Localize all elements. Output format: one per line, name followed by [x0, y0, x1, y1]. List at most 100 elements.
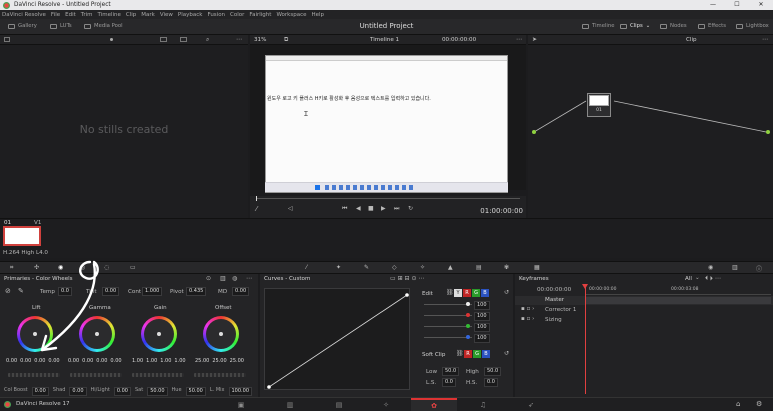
gain-r[interactable]: 1.00: [146, 358, 157, 364]
gamma-b[interactable]: 0.00: [110, 358, 121, 364]
gamma-r[interactable]: 0.00: [82, 358, 93, 364]
gallery-list-icon[interactable]: [180, 37, 187, 42]
softclip-g-button[interactable]: G: [473, 350, 481, 358]
channel-r-button[interactable]: R: [463, 289, 471, 297]
menu-timeline[interactable]: Timeline: [98, 12, 121, 18]
clip-thumbnail[interactable]: [3, 226, 41, 246]
gamma-y[interactable]: 0.00: [68, 358, 79, 364]
curves-reset-icon[interactable]: ↺: [504, 289, 509, 296]
nodes-mode[interactable]: Clip: [686, 37, 697, 43]
window-icon[interactable]: ◇: [392, 264, 397, 271]
picker-tool-icon[interactable]: ⁄: [256, 205, 257, 213]
lift-y[interactable]: 0.00: [6, 358, 17, 364]
gain-wheel[interactable]: [141, 316, 177, 352]
tracker-icon[interactable]: ✧: [420, 264, 425, 271]
gamma-g[interactable]: 0.00: [96, 358, 107, 364]
corrector-lock-icon[interactable]: ▪ ▫ ›: [521, 306, 534, 312]
hue-field[interactable]: 50.00: [185, 387, 206, 396]
lum-mix-field[interactable]: 100.00: [228, 387, 252, 396]
menu-view[interactable]: View: [160, 12, 173, 18]
picker-icon[interactable]: ✎: [364, 264, 369, 271]
picker-wb-icon[interactable]: ✎: [18, 287, 24, 295]
offset-wheel[interactable]: [203, 316, 239, 352]
menu-workspace[interactable]: Workspace: [276, 12, 306, 18]
softclip-b-button[interactable]: B: [482, 350, 490, 358]
node-output-dot[interactable]: [766, 130, 770, 134]
lightbox-button[interactable]: Lightbox: [736, 23, 769, 29]
keyframe-playhead-head[interactable]: [582, 284, 588, 289]
panel-reset-icon[interactable]: ⊙: [206, 275, 211, 282]
menu-fairlight[interactable]: Fairlight: [249, 12, 271, 18]
media-page-tab[interactable]: ▣: [218, 398, 264, 411]
soft-clip-reset-icon[interactable]: ↺: [504, 350, 509, 357]
playhead-marker[interactable]: [256, 196, 257, 201]
clips-button[interactable]: Clips ⌄: [620, 23, 650, 29]
gallery-search-icon[interactable]: ⌕: [206, 36, 209, 44]
gain-master-slider[interactable]: [132, 373, 184, 377]
channel-y-button[interactable]: Y: [454, 289, 462, 297]
scope-icon[interactable]: ▥: [732, 264, 738, 271]
lift-master-slider[interactable]: [8, 373, 60, 377]
keyframe-row-master[interactable]: Master: [515, 296, 773, 305]
keyframe-playhead[interactable]: [585, 284, 586, 394]
pivot-field[interactable]: 0.435: [186, 287, 207, 296]
camera-raw-icon[interactable]: ⌗: [10, 264, 13, 272]
play-button[interactable]: ▶: [381, 205, 386, 212]
keyframe-nav-icons[interactable]: ⏴ ⏵ ⋯: [705, 275, 721, 283]
keyframe-row-corrector[interactable]: ▪ ▫ › Corrector 1: [515, 306, 773, 315]
menu-clip[interactable]: Clip: [126, 12, 136, 18]
gamma-master-slider[interactable]: [70, 373, 122, 377]
col-boost-field[interactable]: 0.00: [31, 387, 49, 396]
menu-edit[interactable]: Edit: [65, 12, 76, 18]
fusion-page-tab[interactable]: ✧: [363, 398, 409, 411]
intensity-r-field[interactable]: 100: [474, 312, 490, 321]
bars-mode-icon[interactable]: ▥: [220, 275, 226, 282]
node-input-dot[interactable]: [532, 130, 536, 134]
volume-icon[interactable]: ◁: [288, 205, 293, 212]
intensity-b-field[interactable]: 100: [474, 334, 490, 343]
skip-start-button[interactable]: ⏮: [342, 205, 347, 213]
skip-end-button[interactable]: ⏭: [394, 205, 399, 213]
stop-button[interactable]: ■: [368, 205, 374, 212]
soft-clip-link-icon[interactable]: ⛓: [456, 350, 464, 357]
offset-master-slider[interactable]: [194, 373, 246, 377]
scrubber-bar[interactable]: [256, 198, 520, 199]
lift-b[interactable]: 0.00: [48, 358, 59, 364]
cut-page-tab[interactable]: ▥: [267, 398, 313, 411]
softclip-r-button[interactable]: R: [464, 350, 472, 358]
menu-color[interactable]: Color: [230, 12, 244, 18]
edit-page-tab[interactable]: ▤: [316, 398, 362, 411]
keyframe-filter[interactable]: All: [685, 276, 692, 282]
channel-b-button[interactable]: B: [481, 289, 489, 297]
motion-effects-icon[interactable]: ▭: [130, 264, 136, 271]
low-field[interactable]: 50.0: [442, 367, 460, 376]
loop-button[interactable]: ↻: [408, 205, 413, 212]
gain-y[interactable]: 1.00: [132, 358, 143, 364]
home-icon[interactable]: ⌂: [736, 400, 740, 408]
keyframe-filter-chevron-icon[interactable]: ⌄: [695, 275, 700, 281]
md-field[interactable]: 0.00: [232, 287, 250, 296]
gallery-options-icon[interactable]: ⋯: [236, 36, 242, 43]
gallery-albums-icon[interactable]: [4, 37, 10, 42]
viewer-split-icon[interactable]: ⧉: [284, 36, 288, 44]
hs-field[interactable]: 0.0: [484, 378, 498, 387]
magic-mask-icon[interactable]: ▲: [448, 264, 453, 271]
curves-icon[interactable]: ⁄: [306, 264, 307, 271]
intensity-y-field[interactable]: 100: [474, 301, 490, 310]
close-button[interactable]: ✕: [749, 0, 773, 10]
color-page-tab[interactable]: ✿: [411, 398, 457, 411]
offset-b[interactable]: 25.00: [230, 358, 244, 364]
auto-balance-icon[interactable]: ⊘: [5, 287, 11, 295]
zoom-level[interactable]: 31%: [254, 37, 266, 43]
sizing-lock-icon[interactable]: ▪ ▫ ›: [521, 316, 534, 322]
qualifier-icon[interactable]: ✦: [336, 264, 341, 271]
offset-g[interactable]: 25.00: [212, 358, 226, 364]
minimize-button[interactable]: —: [701, 0, 725, 10]
lift-r[interactable]: 0.00: [20, 358, 31, 364]
menu-davinci[interactable]: DaVinci Resolve: [2, 12, 46, 18]
menu-fusion[interactable]: Fusion: [207, 12, 225, 18]
viewer-options-icon[interactable]: ⋯: [516, 36, 522, 43]
sizing-icon[interactable]: ▦: [534, 264, 540, 271]
timeline-button[interactable]: Timeline: [582, 23, 615, 29]
menu-help[interactable]: Help: [312, 12, 325, 18]
